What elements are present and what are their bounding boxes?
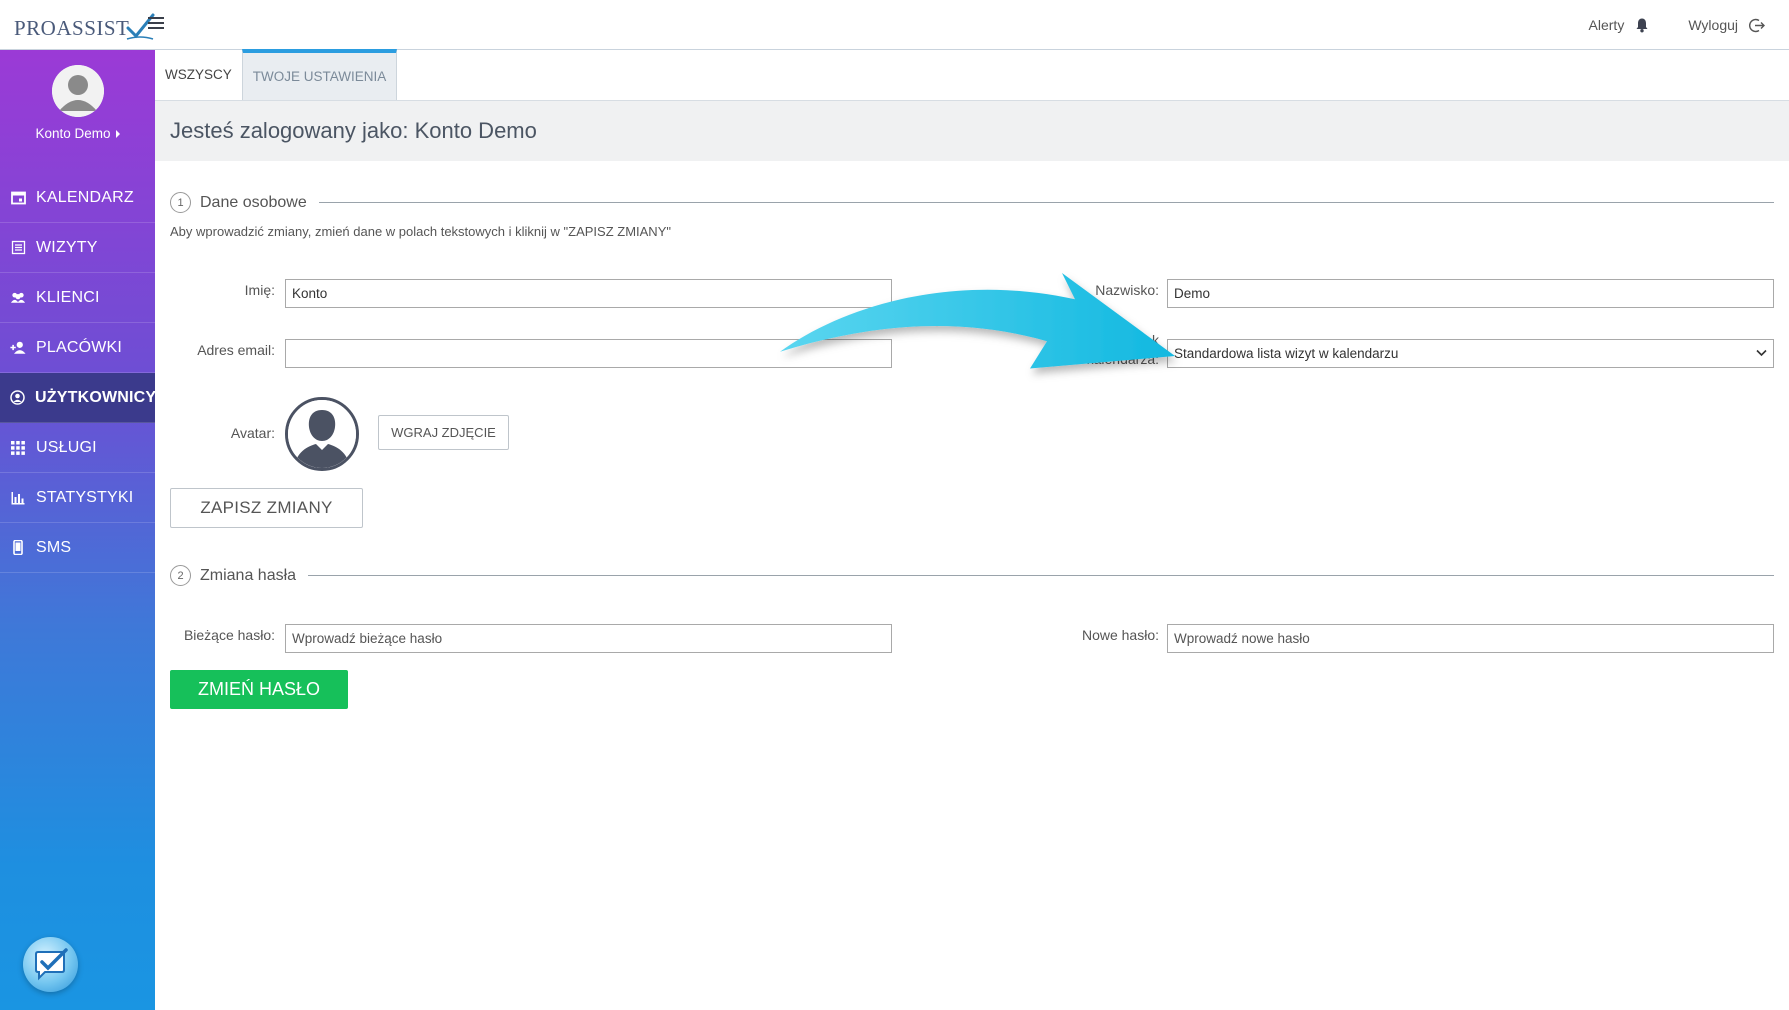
app-logo[interactable]: PROASSIST xyxy=(14,8,155,42)
sidebar-item-sms[interactable]: SMS xyxy=(0,523,155,573)
sidebar-item-label: USŁUGI xyxy=(36,438,97,456)
tab-twoje-ustawienia[interactable]: TWOJE USTAWIENIA xyxy=(241,49,398,100)
section-divider xyxy=(308,575,1774,576)
logout-icon xyxy=(1749,18,1765,32)
calendar-view-value: Standardowa lista wizyt w kalendarzu xyxy=(1174,346,1399,361)
instructions-text: Aby wprowadzić zmiany, zmień dane w pola… xyxy=(170,224,671,239)
page-title: Jesteś zalogowany jako: Konto Demo xyxy=(155,101,1789,161)
current-password-label: Bieżące hasło: xyxy=(183,627,275,643)
list-icon xyxy=(10,240,26,256)
logout-button[interactable]: Wyloguj xyxy=(1688,17,1765,34)
user-circle-icon xyxy=(10,390,25,406)
user-silhouette-icon xyxy=(288,400,356,468)
last-name-label: Nazwisko: xyxy=(1095,282,1159,298)
alerts-label: Alerty xyxy=(1588,17,1625,33)
tab-wszyscy[interactable]: WSZYSCY xyxy=(155,49,242,100)
phone-icon xyxy=(10,540,26,556)
sidebar-item-label: KALENDARZ xyxy=(36,188,134,206)
logout-label: Wyloguj xyxy=(1688,17,1738,33)
section-title: Dane osobowe xyxy=(200,193,307,211)
avatar[interactable] xyxy=(51,65,104,117)
email-field[interactable] xyxy=(285,339,892,368)
sidebar-item-label: UŻYTKOWNICY xyxy=(35,388,157,406)
users-icon xyxy=(10,290,26,306)
calendar-icon xyxy=(10,190,26,206)
section-title: Zmiana hasła xyxy=(200,566,297,584)
sidebar-item-label: KLIENCI xyxy=(36,288,100,306)
add-person-icon xyxy=(10,340,26,356)
sidebar-item-placowki[interactable]: PLACÓWKI xyxy=(0,323,155,373)
user-name: Konto Demo xyxy=(35,126,111,141)
sidebar-item-statystyki[interactable]: STATYSTYKI xyxy=(0,473,155,523)
chevron-down-icon xyxy=(1756,349,1767,357)
sidebar-item-uzytkownicy[interactable]: UŻYTKOWNICY xyxy=(0,373,157,423)
bar-chart-icon xyxy=(10,490,26,506)
grid-icon xyxy=(10,440,26,456)
calendar-view-select[interactable]: Standardowa lista wizyt w kalendarzu xyxy=(1167,339,1774,368)
chat-check-icon xyxy=(34,947,68,980)
alerts-button[interactable]: Alerty xyxy=(1589,17,1651,33)
sidebar-item-label: PLACÓWKI xyxy=(36,338,123,356)
caret-right-icon xyxy=(115,129,120,138)
first-name-label: Imię: xyxy=(244,282,275,298)
sidebar-item-label: WIZYTY xyxy=(36,238,98,256)
calendar-view-label-line1: Widok xyxy=(1120,332,1159,348)
new-password-field[interactable] xyxy=(1167,624,1774,653)
email-label: Adres email: xyxy=(197,342,275,358)
top-bar: PROASSIST Alerty Wyloguj xyxy=(0,0,1789,50)
section-divider xyxy=(318,202,1774,203)
avatar-preview xyxy=(285,397,359,471)
menu-toggle-icon[interactable] xyxy=(148,17,164,31)
change-password-button[interactable]: ZMIEŃ HASŁO xyxy=(170,670,348,709)
avatar-label: Avatar: xyxy=(230,425,275,441)
main-content: WSZYSCY TWOJE USTAWIENIA Jesteś zalogowa… xyxy=(155,49,1789,1010)
save-changes-button[interactable]: ZAPISZ ZMIANY xyxy=(170,488,363,528)
sidebar: Konto Demo KALENDARZ WIZYTY KLIENCI PLAC… xyxy=(0,50,157,1010)
first-name-field[interactable] xyxy=(285,279,892,308)
section-change-password: 2 Zmiana hasła xyxy=(170,565,1774,586)
new-password-label: Nowe hasło: xyxy=(1081,627,1159,643)
last-name-field[interactable] xyxy=(1167,279,1774,308)
sidebar-item-label: STATYSTYKI xyxy=(36,488,134,506)
section-number: 2 xyxy=(170,565,191,586)
bell-icon xyxy=(1636,18,1648,33)
sidebar-item-label: SMS xyxy=(36,538,72,556)
sidebar-item-kalendarz[interactable]: KALENDARZ xyxy=(0,173,155,223)
section-number: 1 xyxy=(170,192,191,213)
logo-text: PROASSIST xyxy=(14,16,130,40)
section-personal-data: 1 Dane osobowe xyxy=(170,192,1774,213)
user-menu[interactable]: Konto Demo xyxy=(0,126,155,141)
calendar-view-label-line2: kalendarza: xyxy=(1086,351,1159,367)
sidebar-item-klienci[interactable]: KLIENCI xyxy=(0,273,155,323)
upload-photo-button[interactable]: WGRAJ ZDJĘCIE xyxy=(378,415,509,450)
user-avatar-icon xyxy=(51,65,104,117)
sidebar-item-wizyty[interactable]: WIZYTY xyxy=(0,223,155,273)
tabs-bar: WSZYSCY TWOJE USTAWIENIA xyxy=(155,49,1789,101)
help-chat-button[interactable] xyxy=(23,937,78,992)
current-password-field[interactable] xyxy=(285,624,892,653)
sidebar-item-uslugi[interactable]: USŁUGI xyxy=(0,423,155,473)
sidebar-profile: Konto Demo xyxy=(0,50,155,173)
calendar-view-label: Widok kalendarza: xyxy=(1055,331,1159,369)
